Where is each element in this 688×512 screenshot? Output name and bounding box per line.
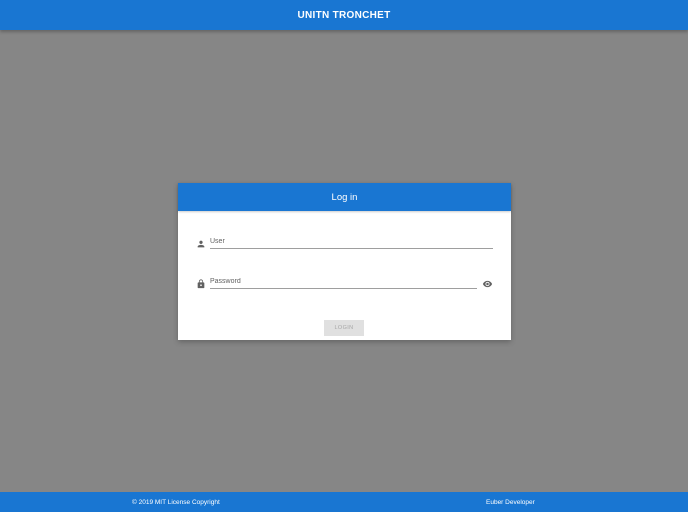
login-card: Log in LOGIN bbox=[178, 183, 511, 340]
lock-icon bbox=[196, 276, 206, 289]
app-title: UNITN TRONCHET bbox=[297, 9, 391, 21]
person-icon bbox=[196, 236, 206, 248]
user-field bbox=[196, 235, 493, 249]
login-button[interactable]: LOGIN bbox=[324, 320, 364, 336]
login-card-header: Log in bbox=[178, 183, 511, 211]
footer: © 2019 MIT License Copyright Euber Devel… bbox=[0, 492, 688, 512]
copyright-text: © 2019 MIT License Copyright bbox=[132, 499, 220, 506]
password-field bbox=[196, 275, 493, 289]
app-bar: UNITN TRONCHET bbox=[0, 0, 688, 30]
login-card-title: Log in bbox=[331, 191, 358, 203]
password-input[interactable] bbox=[210, 275, 477, 289]
eye-icon[interactable] bbox=[482, 276, 493, 288]
user-input[interactable] bbox=[210, 235, 493, 249]
developer-text: Euber Developer bbox=[486, 499, 535, 506]
